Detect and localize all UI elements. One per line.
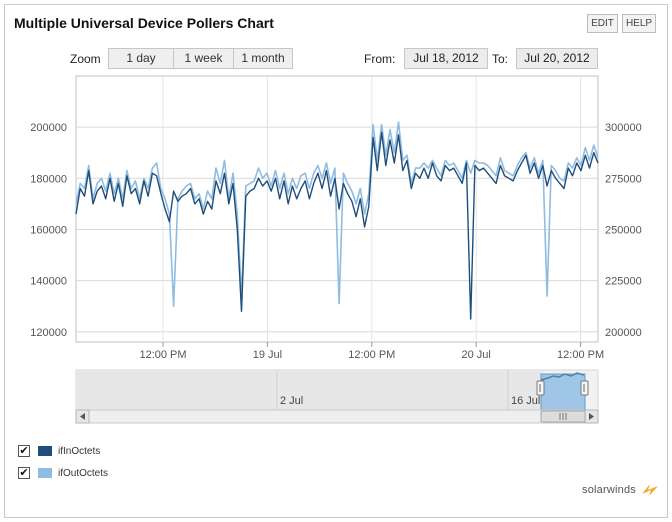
y-left-tick-label: 200000 xyxy=(30,122,67,134)
legend-checkbox-ifinoctets[interactable]: ✔ xyxy=(18,445,30,457)
y-right-tick-label: 275000 xyxy=(605,173,642,185)
x-tick-label: 12:00 PM xyxy=(348,349,395,361)
solarwinds-logo-text: solarwinds xyxy=(582,484,636,496)
y-left-tick-label: 120000 xyxy=(30,327,67,339)
x-tick-label: 20 Jul xyxy=(462,349,491,361)
legend-label-ifoutoctets: ifOutOctets xyxy=(58,467,109,479)
y-left-tick-label: 180000 xyxy=(30,173,67,185)
solarwinds-logo-icon xyxy=(642,484,658,496)
legend-label-ifinoctets: ifInOctets xyxy=(58,445,101,457)
legend-item-ifoutoctets[interactable]: ✔ ifOutOctets xyxy=(18,466,108,480)
y-right-tick-label: 300000 xyxy=(605,122,642,134)
navigator-label-2-jul: 2 Jul xyxy=(280,395,303,407)
line-chart: 120000 140000 160000 180000 200000 200000 225… xyxy=(30,75,642,424)
y-left-tick-label: 140000 xyxy=(30,276,67,288)
legend-checkbox-ifoutoctets[interactable]: ✔ xyxy=(18,467,30,479)
x-tick-label: 19 Jul xyxy=(253,349,282,361)
x-tick-label: 12:00 PM xyxy=(139,349,186,361)
legend-item-ifinoctets[interactable]: ✔ ifInOctets xyxy=(18,444,100,458)
y-left-tick-label: 160000 xyxy=(30,224,67,236)
navigator-label-16-jul: 16 Jul xyxy=(511,395,540,407)
legend-swatch-ifinoctets xyxy=(38,446,52,456)
y-right-tick-label: 225000 xyxy=(605,276,642,288)
y-right-tick-label: 200000 xyxy=(605,327,642,339)
navigator-scrollbar-track[interactable] xyxy=(75,409,599,424)
plot-area xyxy=(75,75,599,343)
navigator-mask xyxy=(76,370,542,410)
x-tick-label: 12:00 PM xyxy=(557,349,604,361)
navigator-selection[interactable] xyxy=(540,373,586,411)
legend-swatch-ifoutoctets xyxy=(38,468,52,478)
y-right-tick-label: 250000 xyxy=(605,224,642,236)
